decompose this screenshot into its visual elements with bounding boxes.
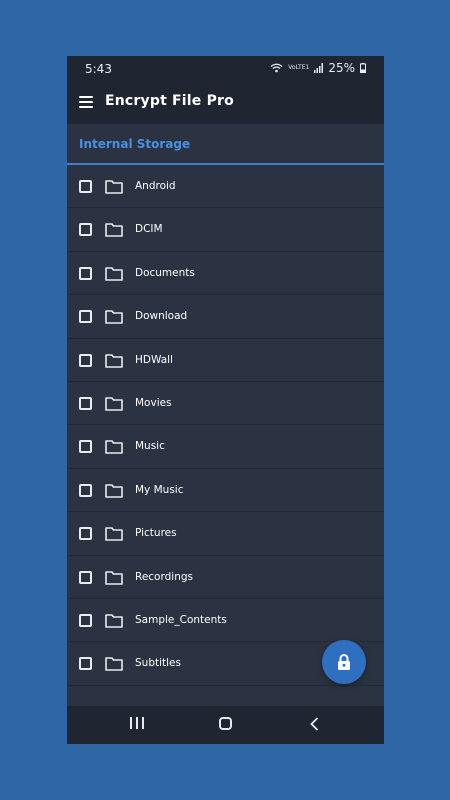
checkbox-icon[interactable] bbox=[79, 483, 92, 497]
status-bar: 5:43 VoLTE1 25% bbox=[67, 56, 384, 82]
folder-list: Android DCIM Documents Download HDWall M… bbox=[67, 165, 384, 707]
list-item[interactable]: My Music bbox=[67, 469, 384, 513]
battery-percent: 25% bbox=[328, 61, 355, 75]
checkbox-icon[interactable] bbox=[79, 440, 92, 454]
checkbox-icon[interactable] bbox=[79, 180, 92, 193]
list-item-label: Android bbox=[135, 180, 176, 192]
checkbox-icon[interactable] bbox=[79, 223, 92, 237]
list-item-label: Download bbox=[135, 310, 188, 323]
list-item[interactable]: Music bbox=[67, 425, 384, 469]
folder-icon bbox=[105, 440, 123, 455]
folder-icon bbox=[105, 180, 123, 194]
volte-label: VoLTE1 bbox=[288, 64, 310, 71]
breadcrumb: Internal Storage bbox=[67, 124, 384, 165]
folder-icon bbox=[105, 614, 123, 628]
folder-icon bbox=[105, 483, 123, 498]
status-icons: VoLTE1 25% bbox=[270, 61, 366, 75]
recents-icon[interactable] bbox=[130, 717, 144, 729]
checkbox-icon[interactable] bbox=[79, 657, 92, 671]
folder-icon bbox=[105, 527, 123, 541]
system-nav-bar bbox=[67, 706, 384, 744]
folder-icon bbox=[105, 397, 123, 411]
list-item-label: Recordings bbox=[135, 570, 193, 583]
breadcrumb-label[interactable]: Internal Storage bbox=[79, 137, 190, 151]
folder-icon bbox=[105, 570, 123, 585]
folder-icon bbox=[105, 353, 123, 368]
battery-icon bbox=[360, 63, 366, 73]
list-item-label: My Music bbox=[135, 483, 184, 496]
hamburger-icon[interactable] bbox=[79, 96, 93, 108]
list-item[interactable]: Download bbox=[67, 295, 384, 339]
list-item-label: HDWall bbox=[135, 353, 173, 366]
checkbox-icon[interactable] bbox=[79, 527, 92, 541]
checkbox-icon[interactable] bbox=[79, 396, 92, 410]
list-item[interactable]: Documents bbox=[67, 252, 384, 296]
list-item-label: Subtitles bbox=[135, 657, 181, 670]
list-item-label: Sample_Contents bbox=[135, 613, 227, 626]
folder-icon bbox=[105, 310, 123, 324]
list-item[interactable]: Movies bbox=[67, 382, 384, 426]
encrypt-fab-button[interactable] bbox=[322, 640, 366, 684]
checkbox-icon[interactable] bbox=[79, 613, 92, 627]
list-item-label: Movies bbox=[135, 396, 172, 409]
app-title: Encrypt File Pro bbox=[105, 93, 234, 109]
folder-icon bbox=[105, 266, 123, 281]
checkbox-icon[interactable] bbox=[79, 353, 92, 367]
signal-icon bbox=[314, 63, 324, 73]
list-item-label: Music bbox=[135, 440, 165, 453]
list-item[interactable]: DCIM bbox=[67, 208, 384, 252]
back-icon[interactable] bbox=[310, 717, 319, 731]
status-time: 5:43 bbox=[85, 62, 112, 76]
list-item[interactable]: Pictures bbox=[67, 512, 384, 556]
list-item-label: Documents bbox=[135, 266, 195, 279]
checkbox-icon[interactable] bbox=[79, 310, 92, 324]
app-bar: Encrypt File Pro bbox=[67, 82, 384, 124]
phone-screen: 5:43 VoLTE1 25% Encrypt File Pro Interna… bbox=[67, 56, 384, 744]
list-item[interactable]: Sample_Contents bbox=[67, 599, 384, 643]
list-item-label: Pictures bbox=[135, 527, 177, 540]
wifi-icon bbox=[270, 63, 283, 73]
list-item[interactable]: Android bbox=[67, 165, 384, 209]
list-item[interactable]: Recordings bbox=[67, 556, 384, 599]
list-item[interactable]: HDWall bbox=[67, 339, 384, 382]
home-icon[interactable] bbox=[219, 717, 232, 730]
lock-icon bbox=[338, 653, 350, 670]
list-item-label: DCIM bbox=[135, 223, 163, 236]
checkbox-icon[interactable] bbox=[79, 266, 92, 280]
folder-icon bbox=[105, 223, 123, 238]
folder-icon bbox=[105, 657, 123, 672]
checkbox-icon[interactable] bbox=[79, 570, 92, 584]
